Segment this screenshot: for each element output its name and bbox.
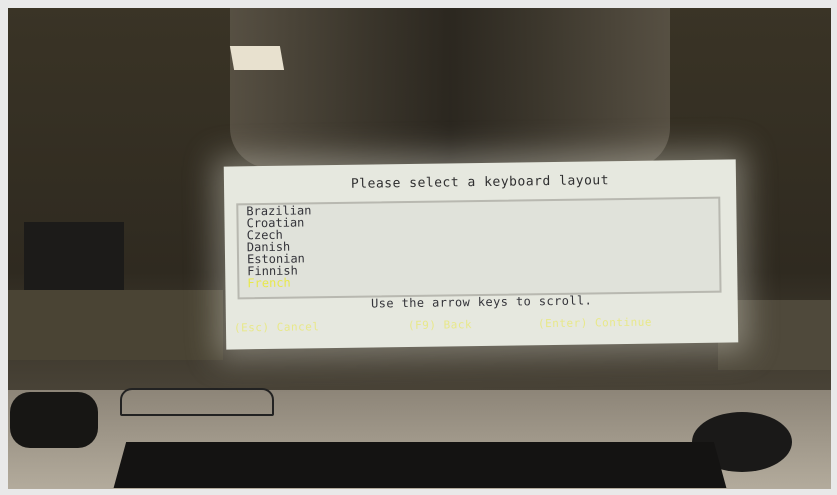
photo-border bbox=[0, 0, 837, 495]
